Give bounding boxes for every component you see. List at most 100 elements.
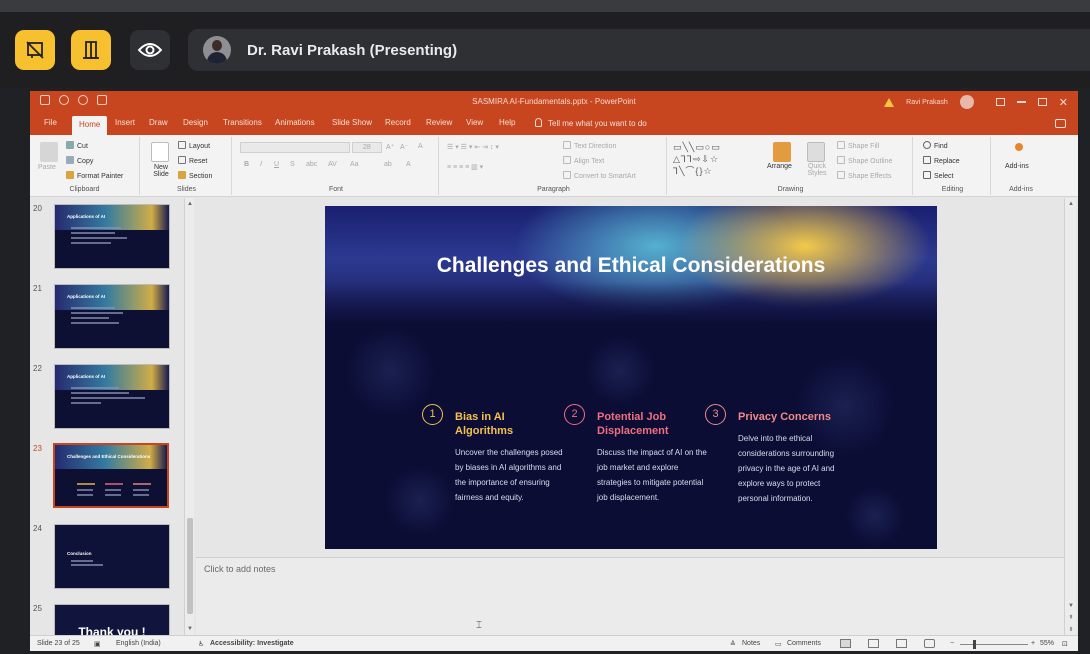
tab-transitions[interactable]: Transitions — [223, 118, 262, 127]
char-spacing-button[interactable]: AV — [328, 161, 337, 168]
zoom-slider[interactable] — [960, 644, 1028, 645]
tab-draw[interactable]: Draw — [149, 118, 168, 127]
shape-fill-button[interactable]: Shape Fill — [837, 141, 879, 150]
quick-styles-button[interactable]: Quick Styles — [802, 163, 832, 177]
shrink-font-icon[interactable]: A⁻ — [400, 143, 408, 151]
font-size-box[interactable]: 28 — [352, 142, 382, 153]
thumbnails-scrollbar[interactable]: ▲ ▼ — [184, 198, 194, 635]
slide-scrollbar[interactable]: ▲ ▼ ⇞ ⇟ — [1064, 198, 1076, 635]
slide-thumbnail-24[interactable]: Conclusion — [54, 524, 170, 589]
zoom-out-icon[interactable]: − — [950, 640, 954, 647]
accessibility-status[interactable]: Accessibility: Investigate — [210, 640, 294, 647]
close-icon[interactable]: ✕ — [1059, 96, 1068, 109]
font-name-box[interactable] — [240, 142, 350, 153]
find-button[interactable]: Find — [923, 141, 948, 150]
scroll-up-icon[interactable]: ▲ — [1067, 200, 1075, 208]
grow-font-icon[interactable]: A⁺ — [386, 143, 394, 151]
quick-styles-icon[interactable] — [807, 142, 825, 162]
maximize-icon[interactable] — [1037, 98, 1047, 106]
smartart-button[interactable]: Convert to SmartArt — [563, 171, 636, 180]
addins-button[interactable]: Add-ins — [1005, 163, 1029, 170]
scroll-down-icon[interactable]: ▼ — [1067, 602, 1075, 610]
fit-to-window-icon[interactable]: ⊡ — [1062, 640, 1068, 648]
tab-help[interactable]: Help — [499, 118, 515, 127]
shapes-gallery[interactable]: ▭╲╲▭○▭ △⅂⅂⇨⇩☆ ⅂╲⌒{}☆ — [673, 141, 753, 177]
hide-presentation-button[interactable] — [15, 30, 55, 70]
tab-review[interactable]: Review — [426, 118, 452, 127]
slide-thumbnail-22[interactable]: Applications of AI — [54, 364, 170, 429]
clear-format-icon[interactable]: A — [418, 143, 423, 150]
reading-view-icon[interactable] — [896, 639, 907, 648]
slide-thumbnail-21[interactable]: Applications of AI — [54, 284, 170, 349]
normal-view-icon[interactable] — [840, 639, 851, 648]
format-painter-button[interactable]: Format Painter — [66, 171, 123, 180]
tab-insert[interactable]: Insert — [115, 118, 135, 127]
new-slide-button[interactable]: New Slide — [148, 164, 174, 178]
reset-button[interactable]: Reset — [178, 156, 207, 165]
scroll-up-icon[interactable]: ▲ — [186, 200, 194, 208]
zoom-slider-handle[interactable] — [973, 640, 976, 649]
italic-button[interactable]: I — [260, 161, 262, 168]
bold-button[interactable]: B — [244, 161, 249, 168]
underline-button[interactable]: U — [274, 161, 279, 168]
tab-home[interactable]: Home — [72, 116, 108, 135]
notes-icon[interactable]: ≙ — [730, 640, 736, 648]
text-direction-button[interactable]: Text Direction — [563, 141, 616, 150]
language-status[interactable]: English (India) — [116, 640, 161, 647]
paste-icon[interactable] — [40, 142, 58, 162]
next-slide-icon[interactable]: ⇟ — [1067, 626, 1075, 634]
scrollbar-thumb[interactable] — [187, 518, 193, 614]
focus-mode-button[interactable] — [71, 30, 111, 70]
new-slide-icon[interactable] — [151, 142, 169, 162]
ribbon-display-icon[interactable] — [995, 98, 1005, 106]
paste-button[interactable]: Paste — [38, 164, 56, 171]
accessibility-icon[interactable]: ♿ — [198, 640, 204, 648]
align-text-button[interactable]: Align Text — [563, 156, 604, 165]
highlight-icon[interactable]: ab — [384, 161, 392, 168]
bullets-icon[interactable]: ☰ ▾ ☰ ▾ ⇤ ⇥ ↕ ▾ — [447, 143, 499, 151]
select-button[interactable]: Select — [923, 171, 953, 180]
shape-outline-button[interactable]: Shape Outline — [837, 156, 892, 165]
strikethrough-button[interactable]: S — [290, 161, 295, 168]
prev-slide-icon[interactable]: ⇞ — [1067, 614, 1075, 622]
arrange-icon[interactable] — [773, 142, 791, 162]
view-mode-button[interactable] — [130, 30, 170, 70]
notes-pane[interactable]: Click to add notes ⌶ — [196, 557, 1064, 635]
presenter-banner[interactable]: Dr. Ravi Prakash (Presenting) — [188, 29, 1090, 71]
minimize-icon[interactable] — [1016, 101, 1026, 103]
tab-animations[interactable]: Animations — [275, 118, 315, 127]
user-avatar[interactable] — [959, 95, 974, 109]
shape-effects-button[interactable]: Shape Effects — [837, 171, 891, 180]
tab-design[interactable]: Design — [183, 118, 208, 127]
layout-button[interactable]: Layout — [178, 141, 210, 150]
tell-me-search[interactable]: Tell me what you want to do — [535, 118, 647, 128]
current-slide[interactable]: Challenges and Ethical Considerations 1 … — [325, 206, 937, 549]
replace-button[interactable]: Replace — [923, 156, 960, 165]
comment-icon[interactable] — [1055, 119, 1066, 128]
addins-icon[interactable] — [1015, 143, 1023, 151]
cut-button[interactable]: Cut — [66, 141, 88, 150]
zoom-level[interactable]: 55% — [1040, 640, 1054, 647]
tab-record[interactable]: Record — [385, 118, 411, 127]
slide-sorter-icon[interactable] — [868, 639, 879, 648]
comments-toggle[interactable]: Comments — [787, 640, 821, 647]
copy-button[interactable]: Copy — [66, 156, 93, 165]
tab-file[interactable]: File — [44, 118, 57, 127]
slideshow-view-icon[interactable] — [924, 639, 935, 648]
spellcheck-icon[interactable]: ▣ — [94, 640, 101, 648]
change-case-button[interactable]: Aa — [350, 161, 359, 168]
arrange-button[interactable]: Arrange — [767, 163, 792, 170]
zoom-in-icon[interactable]: + — [1031, 640, 1035, 647]
notes-toggle[interactable]: Notes — [742, 640, 760, 647]
slide-thumbnail-25[interactable]: Thank you ! — [54, 604, 170, 635]
scroll-down-icon[interactable]: ▼ — [186, 625, 194, 633]
align-icons[interactable]: ≡ ≡ ≡ ≡ ▥ ▾ — [447, 163, 483, 171]
slide-thumbnail-23[interactable]: Challenges and Ethical Considerations — [53, 443, 169, 508]
shadow-button[interactable]: abc — [306, 161, 317, 168]
warning-icon[interactable] — [884, 97, 895, 107]
tab-slide-show[interactable]: Slide Show — [332, 118, 372, 127]
font-color-button[interactable]: A — [406, 161, 411, 168]
slide-thumbnail-20[interactable]: Applications of AI — [54, 204, 170, 269]
tab-view[interactable]: View — [466, 118, 483, 127]
comments-icon[interactable]: ▭ — [775, 640, 782, 648]
